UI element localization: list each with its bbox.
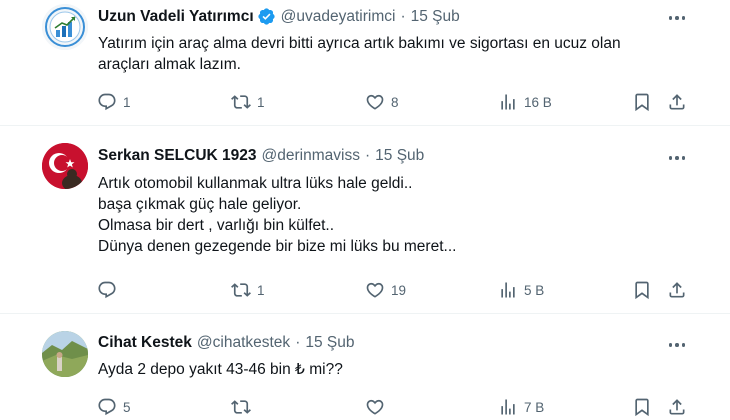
retweet-count: 1 xyxy=(257,282,265,298)
reply-button[interactable] xyxy=(97,279,123,301)
reply-icon xyxy=(98,398,116,416)
tweet-text-line: Yatırım için araç alma devri bitti ayrıc… xyxy=(98,35,621,52)
user-handle[interactable]: @uvadeyatirimci xyxy=(281,8,396,26)
more-icon[interactable] xyxy=(665,8,689,28)
timestamp[interactable]: 15 Şub xyxy=(375,147,424,165)
tweet-text: Ayda 2 depo yakıt 43-46 bin ₺ mi?? xyxy=(98,359,698,380)
tweet-text-line: Artık otomobil kullanmak ultra lüks hale… xyxy=(98,175,413,192)
view-count: 16 B xyxy=(524,94,552,110)
tweet-text-line: Olmasa bir dert , varlığı bin külfet.. xyxy=(98,217,335,234)
like-icon xyxy=(366,399,384,415)
avatar-photo-image xyxy=(42,331,88,377)
tweet[interactable]: Uzun Vadeli Yatırımcı @uvadeyatirimci · … xyxy=(0,0,730,124)
reply-button[interactable]: 1 xyxy=(97,91,131,113)
views-icon xyxy=(501,94,515,110)
tweet-text-line: Dünya denen gezegende bir bize mi lüks b… xyxy=(98,238,457,255)
display-name[interactable]: Serkan SELCUK 1923 xyxy=(98,147,257,165)
more-icon[interactable] xyxy=(665,335,689,355)
avatar[interactable] xyxy=(42,4,88,50)
user-handle[interactable]: @cihatkestek xyxy=(197,334,290,352)
views-icon xyxy=(501,399,515,415)
like-button[interactable]: 19 xyxy=(365,279,406,301)
retweet-count: 1 xyxy=(257,94,265,110)
tweet-text-line: Ayda 2 depo yakıt 43-46 bin ₺ mi?? xyxy=(98,361,343,378)
reply-button[interactable]: 5 xyxy=(97,396,131,418)
action-bar: 1 1 8 16 B xyxy=(0,91,730,113)
like-button[interactable]: 8 xyxy=(365,91,399,113)
user-handle[interactable]: @derinmaviss xyxy=(262,147,360,165)
separator: · xyxy=(295,334,301,351)
share-button[interactable] xyxy=(667,396,687,418)
reply-count: 1 xyxy=(123,94,131,110)
retweet-button[interactable] xyxy=(231,396,257,418)
tweet-header: Uzun Vadeli Yatırımcı @uvadeyatirimci · … xyxy=(98,7,460,26)
action-bar: 1 19 5 B xyxy=(0,279,730,301)
bookmark-icon xyxy=(635,281,649,300)
separator: · xyxy=(400,7,406,25)
verified-badge-icon xyxy=(257,7,276,26)
like-icon xyxy=(366,282,384,298)
bookmark-icon xyxy=(635,93,649,112)
tweet-header: Cihat Kestek @cihatkestek · 15 Şub xyxy=(98,334,355,352)
reply-count: 5 xyxy=(123,399,131,415)
retweet-button[interactable]: 1 xyxy=(231,279,265,301)
reply-icon xyxy=(98,93,116,111)
view-count: 5 B xyxy=(524,282,545,298)
tweet-text: Artık otomobil kullanmak ultra lüks hale… xyxy=(98,173,698,257)
bookmark-button[interactable] xyxy=(632,396,652,418)
share-icon xyxy=(669,399,685,415)
like-count: 8 xyxy=(391,94,399,110)
views-icon xyxy=(501,282,515,298)
avatar-flag-image xyxy=(42,143,88,189)
bookmark-icon xyxy=(635,398,649,417)
tweet-text-line: araçları almak lazım. xyxy=(98,56,241,73)
retweet-icon xyxy=(231,283,251,297)
like-count: 19 xyxy=(391,282,407,298)
tweet-text: Yatırım için araç alma devri bitti ayrıc… xyxy=(98,33,698,75)
action-bar: 5 7 B xyxy=(0,396,730,418)
views-button[interactable]: 16 B xyxy=(498,91,552,113)
tweet[interactable]: Serkan SELCUK 1923 @derinmaviss · 15 Şub… xyxy=(0,126,730,313)
share-button[interactable] xyxy=(667,91,687,113)
share-icon xyxy=(669,282,685,298)
like-button[interactable] xyxy=(365,396,391,418)
timestamp[interactable]: 15 Şub xyxy=(305,334,354,352)
retweet-icon xyxy=(231,400,251,414)
views-button[interactable]: 5 B xyxy=(498,279,544,301)
views-button[interactable]: 7 B xyxy=(498,396,544,418)
bookmark-button[interactable] xyxy=(632,279,652,301)
avatar[interactable] xyxy=(42,143,88,189)
retweet-button[interactable]: 1 xyxy=(231,91,265,113)
display-name[interactable]: Cihat Kestek xyxy=(98,334,192,352)
share-button[interactable] xyxy=(667,279,687,301)
separator: · xyxy=(364,147,371,164)
avatar-logo-image xyxy=(42,4,88,50)
like-icon xyxy=(366,94,384,110)
share-icon xyxy=(669,94,685,110)
display-name[interactable]: Uzun Vadeli Yatırımcı xyxy=(98,8,254,26)
reply-icon xyxy=(98,281,116,299)
tweet-header: Serkan SELCUK 1923 @derinmaviss · 15 Şub xyxy=(98,147,424,165)
bookmark-button[interactable] xyxy=(632,91,652,113)
view-count: 7 B xyxy=(524,399,545,415)
retweet-icon xyxy=(231,95,251,109)
more-icon[interactable] xyxy=(665,148,689,168)
timestamp[interactable]: 15 Şub xyxy=(411,8,460,26)
tweet[interactable]: Cihat Kestek @cihatkestek · 15 Şub Ayda … xyxy=(0,314,730,420)
tweet-text-line: başa çıkmak güç hale geliyor. xyxy=(98,196,302,213)
avatar[interactable] xyxy=(42,331,88,377)
